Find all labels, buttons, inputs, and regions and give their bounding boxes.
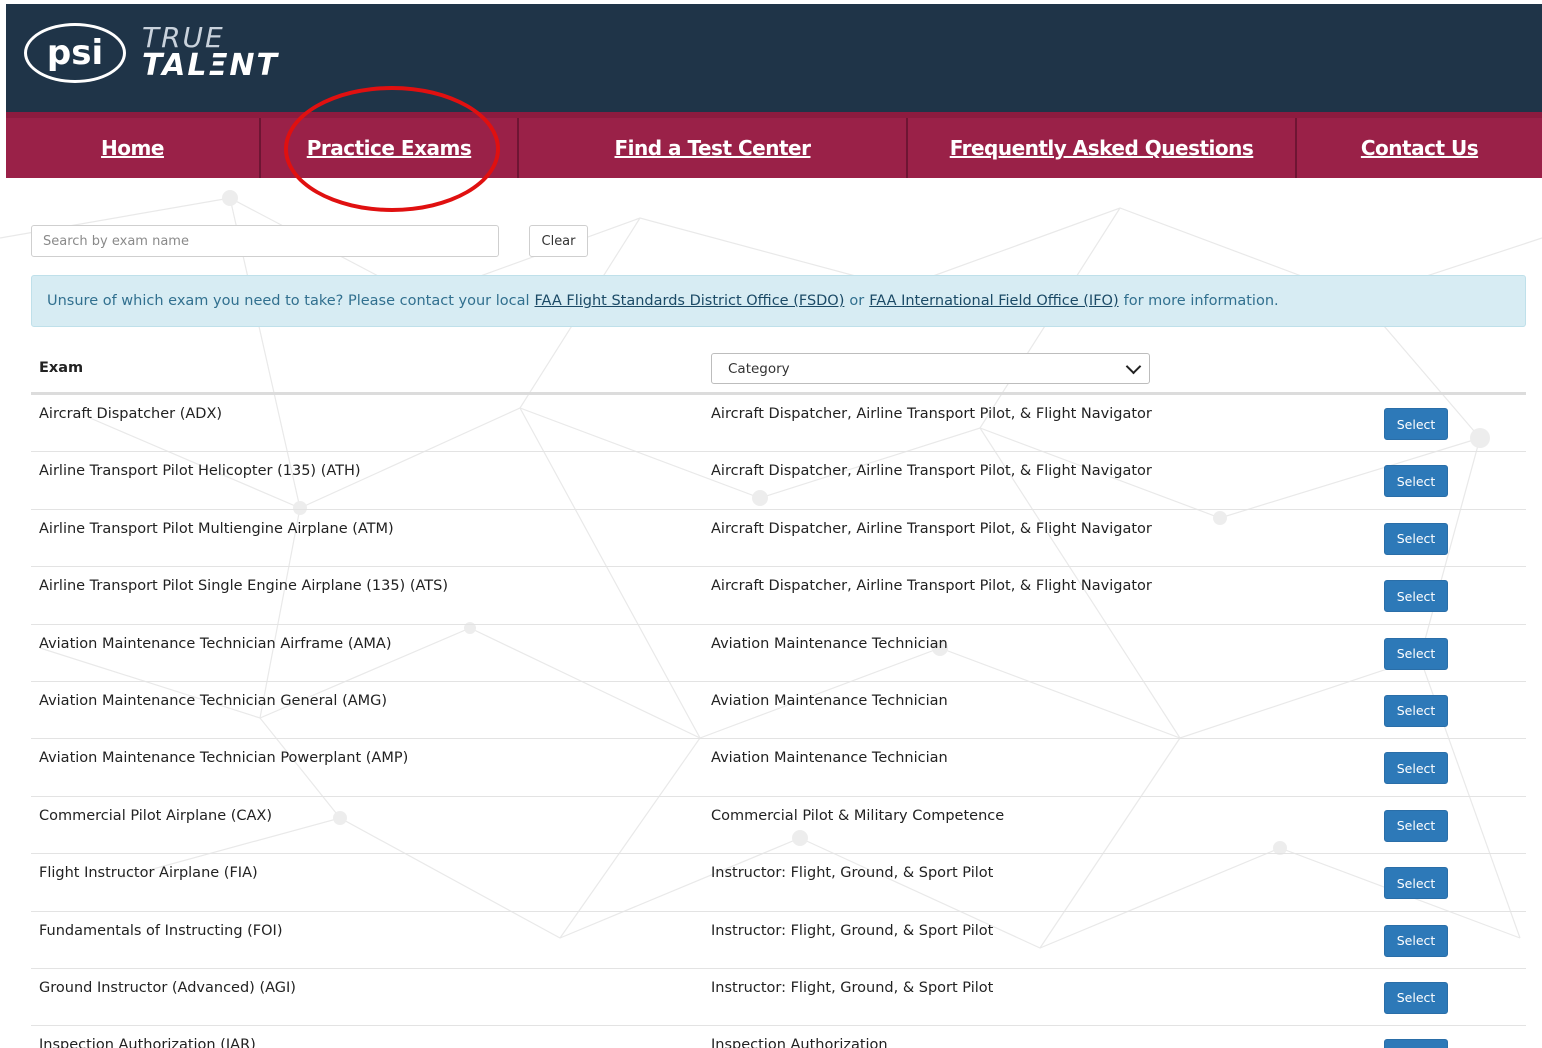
exam-category: Aviation Maintenance Technician [711, 750, 948, 767]
chevron-down-icon [1125, 358, 1142, 374]
nav-contact-us[interactable]: Contact Us [1297, 118, 1542, 178]
highlight-circle-annotation [284, 86, 500, 212]
fsdo-link[interactable]: FAA Flight Standards District Office (FS… [535, 293, 845, 309]
exam-category: Aviation Maintenance Technician [711, 635, 948, 652]
select-button[interactable]: Select [1384, 924, 1448, 957]
select-button[interactable]: Select [1384, 867, 1448, 900]
alert-text-before: Unsure of which exam you need to take? P… [47, 293, 530, 309]
exam-category: Aviation Maintenance Technician [711, 692, 948, 709]
site-header: psi TRUE TALΞNT [6, 4, 1542, 112]
exam-category: Instructor: Flight, Ground, & Sport Pilo… [711, 865, 994, 882]
table-row: Aviation Maintenance Technician General … [31, 682, 1526, 740]
select-button[interactable]: Select [1384, 408, 1448, 440]
table-row: Airline Transport Pilot Helicopter (135)… [31, 452, 1526, 510]
exam-name: Flight Instructor Airplane (FIA) [39, 865, 258, 882]
select-button[interactable]: Select [1384, 580, 1448, 613]
alert-text-middle: or [849, 293, 865, 309]
select-button[interactable]: Select [1384, 809, 1448, 842]
exam-category: Aircraft Dispatcher, Airline Transport P… [711, 463, 1152, 480]
exam-name: Airline Transport Pilot Helicopter (135)… [39, 463, 361, 480]
nav-find-test-center[interactable]: Find a Test Center [519, 118, 908, 178]
exam-category: Commercial Pilot & Military Competence [711, 807, 1005, 824]
nav-home[interactable]: Home [6, 118, 261, 178]
exam-name: Aviation Maintenance Technician Airframe… [39, 635, 392, 652]
table-row: Fundamentals of Instructing (FOI) Instruc… [31, 912, 1526, 969]
select-button[interactable]: Select [1384, 752, 1448, 785]
table-row: Airline Transport Pilot Single Engine Ai… [31, 567, 1526, 625]
exam-name: Aircraft Dispatcher (ADX) [39, 406, 223, 422]
select-button[interactable]: Select [1384, 522, 1448, 555]
exam-category: Aircraft Dispatcher, Airline Transport P… [711, 520, 1152, 537]
main-nav: Home Practice Exams Find a Test Center F… [6, 112, 1542, 178]
select-button[interactable]: Select [1384, 981, 1448, 1014]
nav-faq[interactable]: Frequently Asked Questions [908, 118, 1297, 178]
exam-table: Exam Category Aircraft Dispatcher (ADX) A… [31, 350, 1526, 1048]
select-button[interactable]: Select [1384, 637, 1448, 670]
table-row: Aviation Maintenance Technician Powerpla… [31, 739, 1526, 797]
select-button[interactable]: Select [1384, 1039, 1448, 1048]
table-row: Aircraft Dispatcher (ADX) Aircraft Dispat… [31, 395, 1526, 453]
exam-name: Inspection Authorization (IAR) [39, 1037, 256, 1048]
exam-category: Aircraft Dispatcher, Airline Transport P… [711, 406, 1152, 422]
page: psi TRUE TALΞNT Home Practice Exams Find… [0, 0, 1542, 1048]
exam-category: Instructor: Flight, Ground, & Sport Pilo… [711, 922, 994, 939]
exam-name: Ground Instructor (Advanced) (AGI) [39, 979, 296, 996]
table-body: Aircraft Dispatcher (ADX) Aircraft Dispat… [31, 395, 1526, 1048]
exam-category: Instructor: Flight, Ground, & Sport Pilo… [711, 979, 994, 996]
exam-name: Aviation Maintenance Technician Powerpla… [39, 750, 409, 767]
select-button[interactable]: Select [1384, 694, 1448, 727]
exam-category: Inspection Authorization [711, 1037, 888, 1048]
table-row: Ground Instructor (Advanced) (AGI) Instru… [31, 969, 1526, 1027]
table-row: Airline Transport Pilot Multiengine Airp… [31, 510, 1526, 568]
ifo-link[interactable]: FAA International Field Office (IFO) [869, 293, 1118, 309]
logo-mark: psi [24, 23, 126, 83]
table-row: Commercial Pilot Airplane (CAX) Commercia… [31, 797, 1526, 855]
table-row: Aviation Maintenance Technician Airframe… [31, 625, 1526, 682]
exam-column-header: Exam [39, 360, 84, 376]
select-button[interactable]: Select [1384, 465, 1448, 498]
info-alert: Unsure of which exam you need to take? P… [31, 275, 1526, 327]
alert-text-after: for more information. [1123, 293, 1279, 309]
table-row: Inspection Authorization (IAR) Inspection… [31, 1026, 1526, 1048]
clear-button[interactable]: Clear [529, 225, 588, 257]
exam-name: Commercial Pilot Airplane (CAX) [39, 807, 273, 824]
table-header: Exam Category [31, 350, 1526, 395]
exam-name: Airline Transport Pilot Single Engine Ai… [39, 578, 448, 595]
exam-search-input[interactable] [31, 225, 499, 257]
psi-true-talent-logo[interactable]: psi TRUE TALΞNT [24, 18, 279, 88]
logo-wordmark: TRUE TALΞNT [142, 24, 279, 84]
table-row: Flight Instructor Airplane (FIA) Instruct… [31, 854, 1526, 912]
exam-name: Aviation Maintenance Technician General … [39, 692, 388, 709]
category-select-value: Category [728, 360, 790, 377]
logo-line-2: TALΞNT [142, 48, 279, 84]
exam-category: Aircraft Dispatcher, Airline Transport P… [711, 578, 1152, 595]
exam-name: Fundamentals of Instructing (FOI) [39, 922, 283, 939]
exam-name: Airline Transport Pilot Multiengine Airp… [39, 520, 394, 537]
category-filter-select[interactable]: Category [711, 353, 1150, 384]
